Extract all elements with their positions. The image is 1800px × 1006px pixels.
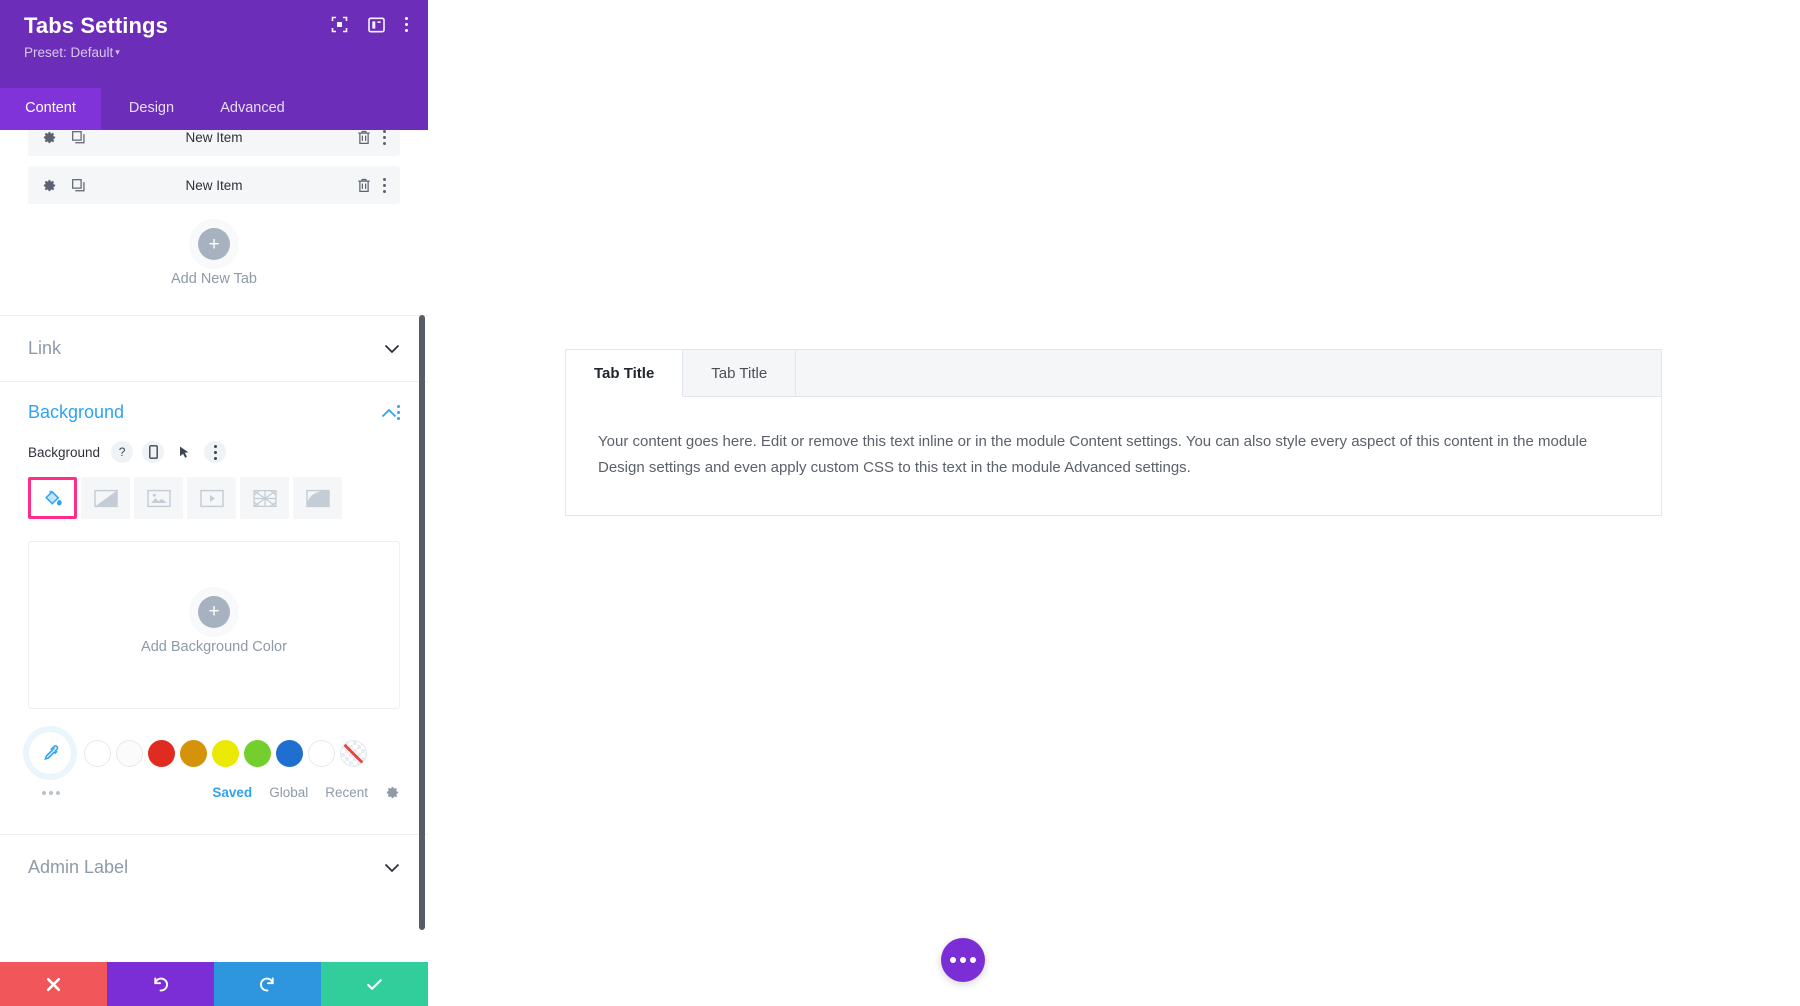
- tabs-module-body-text: Your content goes here. Edit or remove t…: [598, 429, 1629, 481]
- cancel-button[interactable]: [0, 962, 107, 1006]
- tab-bar-filler: [796, 350, 1661, 396]
- swatch-link-recent[interactable]: Recent: [325, 785, 368, 800]
- app-root: Tabs Settings Preset: Default▾: [0, 0, 1800, 1006]
- preset-selector[interactable]: Preset: Default▾: [24, 43, 404, 62]
- swatch-white-3[interactable]: [308, 740, 335, 767]
- panel-body: New Item: [0, 130, 428, 962]
- swatch-white-1[interactable]: [84, 740, 111, 767]
- bg-type-video[interactable]: [187, 477, 236, 519]
- preset-label: Preset: Default: [24, 45, 113, 60]
- section-title-link: Link: [28, 338, 61, 359]
- panel-action-bar: [0, 962, 428, 1006]
- swatch-yellow[interactable]: [212, 740, 239, 767]
- hover-cursor-icon[interactable]: [173, 441, 195, 463]
- tab-advanced[interactable]: Advanced: [202, 88, 303, 130]
- settings-panel: Tabs Settings Preset: Default▾: [0, 0, 428, 1006]
- tab-item-left-icons: [42, 130, 86, 145]
- trash-icon[interactable]: [357, 130, 371, 145]
- background-type-tabs: [28, 477, 400, 519]
- swatch-meta-row: Saved Global Recent: [28, 785, 400, 800]
- section-toggle-link[interactable]: Link: [0, 315, 428, 381]
- tabs-module-body: Your content goes here. Edit or remove t…: [566, 397, 1661, 515]
- tab-content[interactable]: Content: [0, 88, 101, 130]
- module-tab-1[interactable]: Tab Title: [566, 350, 683, 397]
- gear-icon[interactable]: [42, 130, 57, 145]
- section-background: Background Background ?: [0, 381, 428, 834]
- field-more-icon[interactable]: [204, 441, 226, 463]
- tabs-module-tab-bar: Tab Title Tab Title: [566, 350, 1661, 397]
- save-button[interactable]: [321, 962, 428, 1006]
- help-icon[interactable]: ?: [111, 441, 133, 463]
- bg-type-gradient[interactable]: [81, 477, 130, 519]
- section-toggle-background[interactable]: Background: [28, 402, 400, 441]
- preview-canvas: Tab Title Tab Title Your content goes he…: [428, 0, 1800, 1006]
- gear-icon[interactable]: [385, 785, 400, 800]
- undo-button[interactable]: [107, 962, 214, 1006]
- eyedropper-icon[interactable]: [28, 731, 72, 775]
- panel-tab-bar: Content Design Advanced: [0, 88, 428, 130]
- table-row[interactable]: New Item: [28, 166, 400, 204]
- duplicate-icon[interactable]: [71, 178, 86, 193]
- section-spacer: [28, 800, 400, 834]
- redo-button[interactable]: [214, 962, 321, 1006]
- panel-scrollbar[interactable]: [419, 315, 425, 930]
- panel-scroll-area: New Item: [0, 130, 428, 962]
- add-background-color-button[interactable]: + Add Background Color: [28, 541, 400, 709]
- swatch-red[interactable]: [148, 740, 175, 767]
- swatch-green[interactable]: [244, 740, 271, 767]
- tab-design[interactable]: Design: [101, 88, 202, 130]
- bg-type-image[interactable]: [134, 477, 183, 519]
- swatch-white-2[interactable]: [116, 740, 143, 767]
- module-tab-2[interactable]: Tab Title: [683, 350, 796, 396]
- add-new-tab-button[interactable]: + Add New Tab: [0, 214, 428, 315]
- color-swatch-row: [28, 731, 400, 775]
- section-title-admin-label: Admin Label: [28, 857, 128, 878]
- bg-type-pattern[interactable]: [240, 477, 289, 519]
- tab-item-left-icons: [42, 178, 86, 193]
- panel-header-icons: [331, 16, 408, 33]
- tab-item-right-icons: [357, 178, 386, 193]
- chevron-down-icon: [384, 342, 400, 356]
- tab-item-right-icons: [357, 130, 386, 145]
- section-title-background: Background: [28, 402, 124, 423]
- add-background-color-label: Add Background Color: [141, 639, 287, 655]
- background-field-label: Background: [28, 445, 100, 460]
- swatch-source-links: Saved Global Recent: [212, 785, 400, 800]
- add-new-tab-label: Add New Tab: [0, 271, 428, 287]
- trash-icon[interactable]: [357, 178, 371, 193]
- more-options-icon[interactable]: [405, 17, 408, 32]
- bg-type-mask[interactable]: [293, 477, 342, 519]
- gear-icon[interactable]: [42, 178, 57, 193]
- section-more-icon[interactable]: [397, 405, 400, 420]
- chevron-down-icon: ▾: [115, 47, 120, 57]
- swatch-orange[interactable]: [180, 740, 207, 767]
- focus-mode-icon[interactable]: [331, 16, 348, 33]
- section-toggle-admin-label[interactable]: Admin Label: [0, 834, 428, 900]
- duplicate-icon[interactable]: [71, 130, 86, 145]
- plus-icon: +: [198, 596, 230, 628]
- chevron-down-icon: [384, 861, 400, 875]
- swatch-link-saved[interactable]: Saved: [212, 785, 252, 800]
- bg-type-color-fill[interactable]: [28, 477, 77, 519]
- row-more-icon[interactable]: [383, 178, 386, 193]
- panel-header: Tabs Settings Preset: Default▾: [0, 0, 428, 88]
- swatch-blue[interactable]: [276, 740, 303, 767]
- swatch-link-global[interactable]: Global: [269, 785, 308, 800]
- row-more-icon[interactable]: [383, 130, 386, 145]
- swatch-overflow-icon[interactable]: [42, 791, 60, 795]
- plus-icon: +: [198, 228, 230, 260]
- table-row[interactable]: New Item: [28, 130, 400, 156]
- swatch-transparent[interactable]: [340, 740, 367, 767]
- chevron-up-icon: [381, 406, 397, 420]
- responsive-icon[interactable]: [142, 441, 164, 463]
- panel-layout-icon[interactable]: [368, 17, 385, 33]
- background-field-label-row: Background ?: [28, 441, 400, 463]
- page-settings-fab[interactable]: [941, 938, 985, 982]
- tabs-module: Tab Title Tab Title Your content goes he…: [565, 349, 1662, 516]
